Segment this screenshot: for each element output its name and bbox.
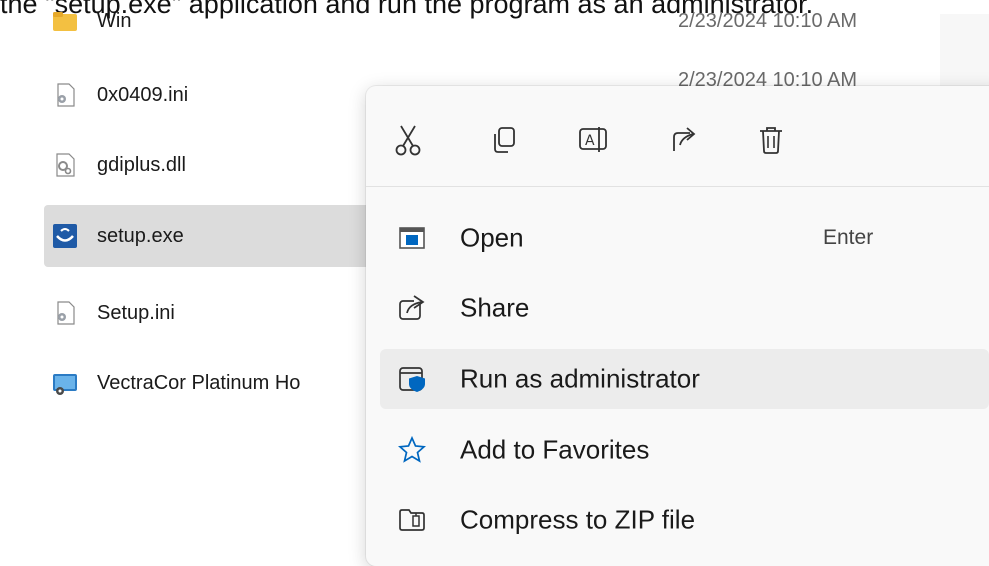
menu-item-open[interactable]: Open Enter [380, 208, 989, 268]
menu-item-compress-to-zip[interactable]: Compress to ZIP file [380, 490, 989, 550]
file-row-0x0409-ini[interactable]: 0x0409.ini 2/23/2024 10:10 AM [44, 64, 857, 126]
file-row-win[interactable]: Win 2/23/2024 10:10 AM [44, 0, 857, 52]
menu-item-label: Run as administrator [460, 363, 700, 394]
file-row-vectracor-installer[interactable]: VectraCor Platinum Ho [44, 352, 366, 414]
share-toolbar-button[interactable] [665, 120, 705, 160]
share-icon [399, 295, 425, 320]
file-name: Win [97, 9, 132, 32]
file-date: 2/23/2024 10:10 AM [678, 9, 858, 32]
file-name: 0x0409.ini [97, 83, 189, 106]
file-name: VectraCor Platinum Ho [97, 371, 301, 394]
copy-icon [494, 127, 515, 153]
menu-item-shortcut: Enter [823, 226, 874, 249]
svg-text:A: A [585, 133, 595, 149]
shield-icon [399, 367, 425, 392]
menu-separator [366, 186, 989, 187]
file-row-setup-ini[interactable]: Setup.ini [44, 282, 384, 344]
star-icon [398, 436, 426, 463]
zip-icon [399, 509, 425, 531]
delete-button[interactable] [751, 120, 791, 160]
cut-icon [395, 125, 421, 156]
file-name: setup.exe [97, 224, 184, 247]
open-window-icon [399, 227, 425, 249]
share-icon [673, 127, 696, 151]
delete-icon [760, 127, 782, 154]
file-row-gdiplus-dll[interactable]: gdiplus.dll [44, 134, 384, 196]
installer-package-icon [53, 374, 77, 395]
menu-item-label: Compress to ZIP file [460, 504, 696, 535]
menu-item-run-as-administrator[interactable]: Run as administrator [380, 349, 989, 409]
menu-item-label: Add to Favorites [460, 434, 650, 465]
menu-item-label: Open [460, 222, 524, 253]
file-name: Setup.ini [97, 301, 175, 324]
folder-icon [53, 12, 77, 31]
copy-button[interactable] [484, 120, 524, 160]
settings-file-icon [57, 301, 75, 325]
dll-file-icon [56, 153, 75, 177]
file-row-setup-exe[interactable]: setup.exe [44, 205, 384, 267]
setup-exe-icon [53, 224, 77, 248]
menu-item-share[interactable]: Share [380, 278, 989, 338]
rename-button[interactable]: A [574, 120, 614, 160]
file-name: gdiplus.dll [97, 153, 186, 176]
settings-file-icon [57, 83, 75, 107]
cut-button[interactable] [388, 120, 428, 160]
menu-item-add-to-favorites[interactable]: Add to Favorites [380, 420, 989, 480]
rename-icon: A [579, 127, 607, 152]
menu-item-label: Share [460, 292, 530, 323]
